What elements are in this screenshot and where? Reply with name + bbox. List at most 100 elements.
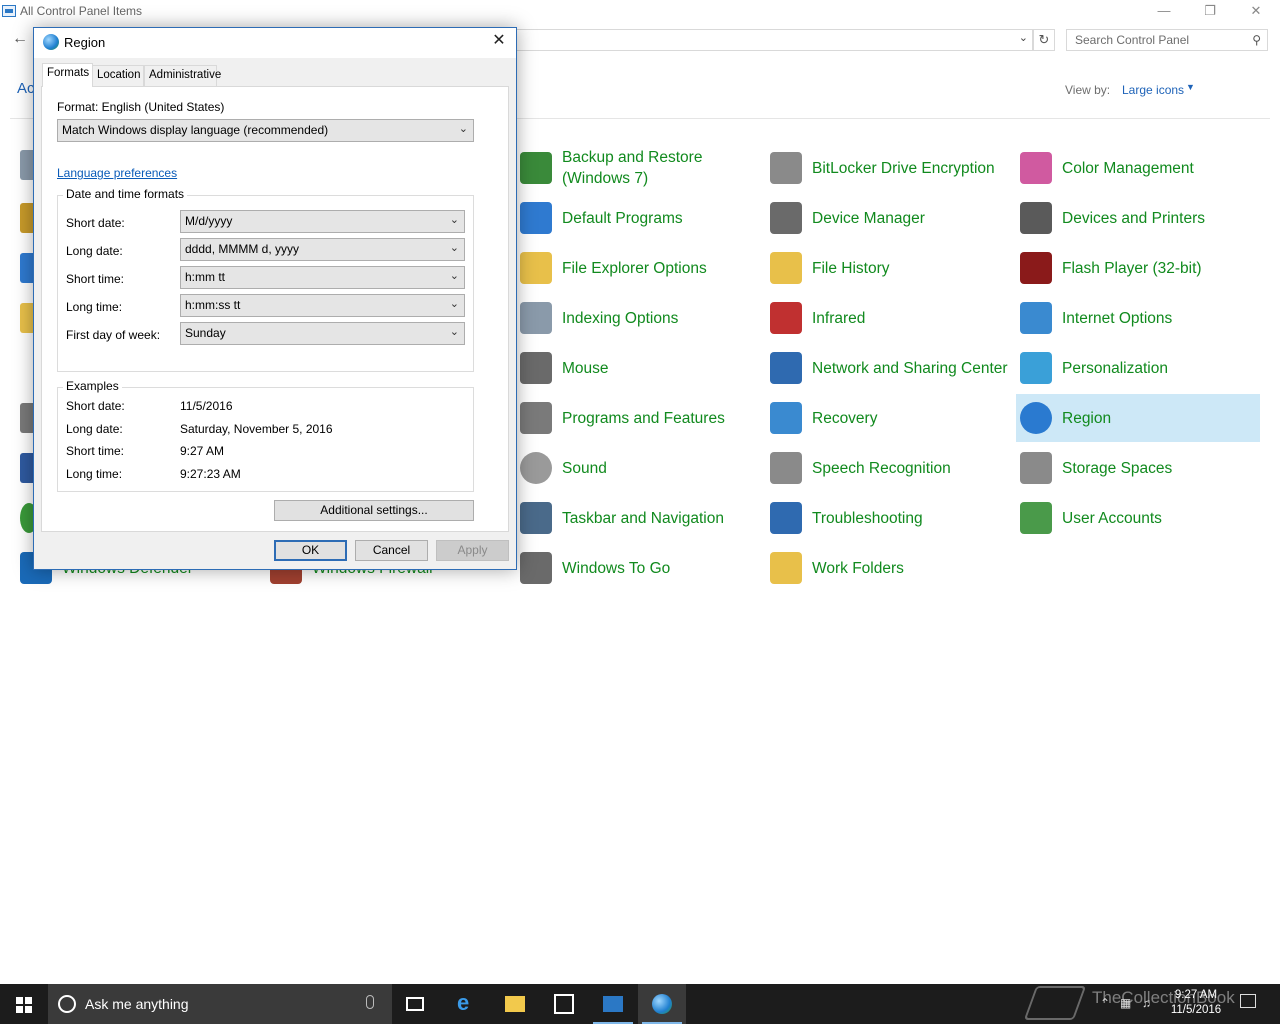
cp-item-recovery[interactable]: Recovery [766,394,1010,442]
cp-item-label: Personalization [1062,359,1168,377]
caret-down-icon[interactable]: ▼ [1186,82,1195,92]
cp-item-bitlocker[interactable]: BitLocker Drive Encryption [766,144,1010,192]
example-value: Saturday, November 5, 2016 [180,422,333,436]
edge-button[interactable]: e [443,984,491,1024]
infrared-icon [770,302,802,334]
short-date-dropdown[interactable]: M/d/yyyy ⌄ [180,210,465,233]
cp-item-mouse[interactable]: Mouse [516,344,760,392]
minimize-button[interactable]: — [1141,0,1187,24]
field-label: Short date: [66,216,125,230]
tab-administrative[interactable]: Administrative [144,65,221,86]
cp-item-troubleshooting[interactable]: Troubleshooting [766,494,1010,542]
clock[interactable]: 9:27 AM 11/5/2016 [1168,988,1224,1018]
region-globe-icon [43,34,59,50]
action-center-icon[interactable] [1240,994,1256,1008]
cp-item-user-accounts[interactable]: User Accounts [1016,494,1260,542]
view-by-dropdown[interactable]: Large icons [1122,83,1184,97]
example-label: Long date: [66,422,123,436]
additional-settings-button[interactable]: Additional settings... [274,500,474,521]
cp-item-taskbar-navigation[interactable]: Taskbar and Navigation [516,494,760,542]
task-view-button[interactable] [392,984,440,1024]
group-title: Examples [63,379,122,393]
cp-item-color-management[interactable]: Color Management [1016,144,1260,192]
cp-item-label: Recovery [812,409,878,427]
cp-item-infrared[interactable]: Infrared [766,294,1010,342]
backup-icon [520,152,552,184]
long-time-dropdown[interactable]: h:mm:ss tt ⌄ [180,294,465,317]
store-button[interactable] [540,984,588,1024]
cancel-button[interactable]: Cancel [355,540,428,561]
apply-button[interactable]: Apply [436,540,509,561]
address-bar[interactable]: ⌄ [513,29,1033,51]
short-time-dropdown[interactable]: h:mm tt ⌄ [180,266,465,289]
chevron-down-icon[interactable]: ⌄ [450,269,459,282]
microphone-icon[interactable] [366,995,374,1009]
refresh-button[interactable]: ↻ [1033,29,1055,51]
folder-options-icon [520,252,552,284]
cp-item-label: Speech Recognition [812,459,951,477]
cp-item-indexing-options[interactable]: Indexing Options [516,294,760,342]
ok-button[interactable]: OK [274,540,347,561]
group-title: Date and time formats [63,187,188,201]
long-date-dropdown[interactable]: dddd, MMMM d, yyyy ⌄ [180,238,465,261]
language-preferences-link[interactable]: Language preferences [57,166,177,180]
cp-item-label: Programs and Features [562,409,725,427]
users-icon [1020,502,1052,534]
cp-item-file-history[interactable]: File History [766,244,1010,292]
cp-item-flash-player[interactable]: Flash Player (32-bit) [1016,244,1260,292]
format-dropdown[interactable]: Match Windows display language (recommen… [57,119,474,142]
chevron-down-icon[interactable]: ⌄ [450,213,459,226]
windows-logo-icon [16,997,32,1013]
cp-item-file-explorer-options[interactable]: File Explorer Options [516,244,760,292]
file-explorer-button[interactable] [491,984,539,1024]
cp-item-devices-and-printers[interactable]: Devices and Printers [1016,194,1260,242]
cp-item-label: Sound [562,459,607,477]
cp-item-network-sharing[interactable]: Network and Sharing Center [766,344,1010,392]
cp-item-backup-and-restore[interactable]: Backup and Restore (Windows 7) [516,144,760,192]
edge-icon: e [457,990,470,1015]
cp-item-speech-recognition[interactable]: Speech Recognition [766,444,1010,492]
cp-item-default-programs[interactable]: Default Programs [516,194,760,242]
cp-item-label: Network and Sharing Center [812,359,1008,377]
cp-item-storage-spaces[interactable]: Storage Spaces [1016,444,1260,492]
first-day-of-week-dropdown[interactable]: Sunday ⌄ [180,322,465,345]
chevron-down-icon[interactable]: ⌄ [1019,31,1028,44]
restore-button[interactable]: ❐ [1187,0,1233,24]
close-button[interactable]: ✕ [1233,0,1279,24]
folder-icon [505,996,525,1012]
chevron-down-icon[interactable]: ⌄ [450,325,459,338]
format-label: Format: English (United States) [57,100,225,114]
microphone-icon [770,452,802,484]
region-taskbar-button[interactable] [638,984,686,1024]
chevron-down-icon[interactable]: ⌄ [450,297,459,310]
cp-item-internet-options[interactable]: Internet Options [1016,294,1260,342]
cp-item-work-folders[interactable]: Work Folders [766,544,1010,592]
field-label: First day of week: [66,328,161,342]
cp-item-personalization[interactable]: Personalization [1016,344,1260,392]
cp-item-programs-features[interactable]: Programs and Features [516,394,760,442]
cp-item-sound[interactable]: Sound [516,444,760,492]
volume-icon[interactable]: ♫ [1142,996,1151,1010]
tab-location[interactable]: Location [92,65,144,86]
chevron-up-icon[interactable]: ⌃ [1100,996,1110,1010]
field-label: Long date: [66,244,123,258]
cortana-search-box[interactable]: Ask me anything [48,984,392,1024]
work-folders-icon [770,552,802,584]
chevron-down-icon[interactable]: ⌄ [459,122,468,135]
dialog-close-button[interactable]: ✕ [482,28,516,56]
back-arrow-icon[interactable]: ← [10,30,30,48]
chevron-down-icon[interactable]: ⌄ [450,241,459,254]
network-icon[interactable]: ▦ [1120,996,1131,1010]
cp-item-windows-to-go[interactable]: Windows To Go [516,544,760,592]
bitlocker-icon [770,152,802,184]
field-value: M/d/yyyy [185,214,233,228]
search-input[interactable]: Search Control Panel ⚲ [1066,29,1268,51]
control-panel-taskbar-button[interactable] [589,984,637,1024]
cp-item-device-manager[interactable]: Device Manager [766,194,1010,242]
start-button[interactable] [0,984,48,1024]
cp-item-region[interactable]: Region [1016,394,1260,442]
control-panel-icon [2,5,16,17]
tab-formats[interactable]: Formats [42,63,93,87]
cp-item-label: Backup and Restore (Windows 7) [562,149,703,187]
search-icon[interactable]: ⚲ [1252,33,1261,47]
